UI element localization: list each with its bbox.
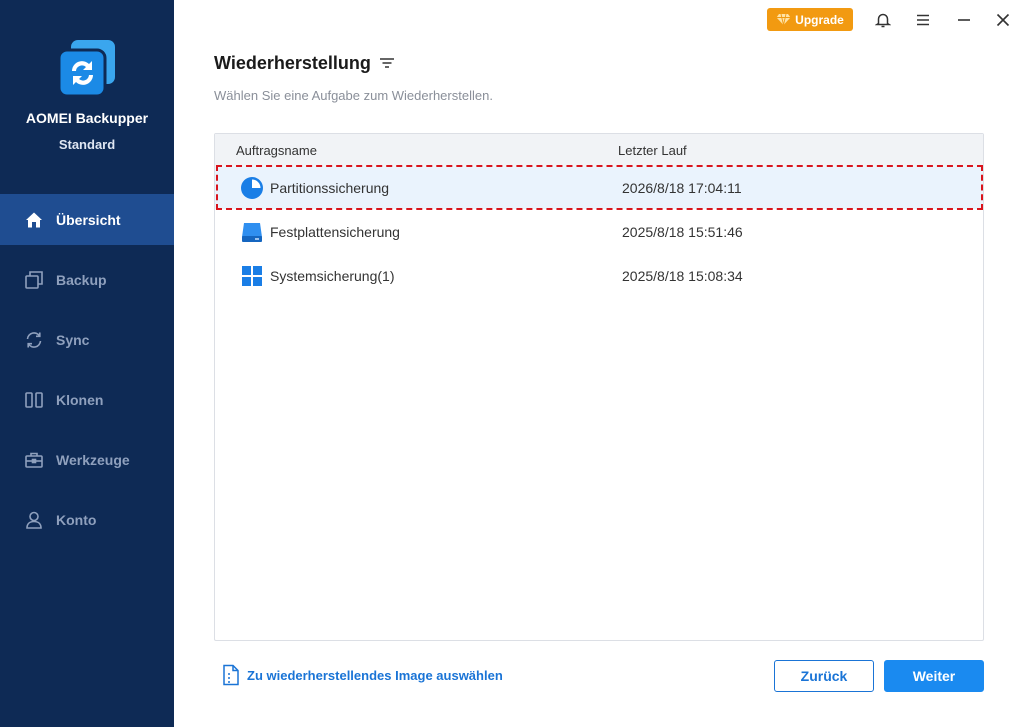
task-table: Auftragsname Letzter Lauf Partitionssich… xyxy=(214,133,984,641)
close-icon xyxy=(996,13,1010,27)
bell-icon xyxy=(875,13,891,28)
task-name: Partitionssicherung xyxy=(270,180,390,196)
user-icon xyxy=(26,511,42,529)
sidebar-nav: Übersicht Backup Sync Klonen Werkzeuge K… xyxy=(0,194,174,554)
sidebar-item-label: Backup xyxy=(56,271,107,288)
sidebar-item-tools[interactable]: Werkzeuge xyxy=(0,434,174,485)
home-icon xyxy=(26,212,42,227)
menu-icon xyxy=(917,14,929,26)
tools-icon xyxy=(25,452,43,468)
minimize-button[interactable] xyxy=(953,9,975,31)
sidebar-item-clone[interactable]: Klonen xyxy=(0,374,174,425)
sync-icon xyxy=(26,331,42,348)
partition-backup-icon xyxy=(241,177,263,199)
sidebar-item-sync[interactable]: Sync xyxy=(0,314,174,365)
table-header: Auftragsname Letzter Lauf xyxy=(215,134,983,167)
column-header-task-name: Auftragsname xyxy=(236,143,317,158)
sidebar-item-label: Klonen xyxy=(56,391,104,408)
close-button[interactable] xyxy=(992,9,1014,31)
page-title: Wiederherstellung xyxy=(214,53,371,73)
image-file-icon xyxy=(223,664,239,686)
app-name: AOMEI Backupper xyxy=(25,110,149,126)
sidebar-item-account[interactable]: Konto xyxy=(0,494,174,545)
upgrade-button[interactable]: Upgrade xyxy=(767,8,853,31)
next-button[interactable]: Weiter xyxy=(884,660,984,692)
diamond-icon xyxy=(776,13,791,26)
upgrade-label: Upgrade xyxy=(795,12,844,27)
task-name: Systemsicherung(1) xyxy=(270,268,395,284)
sidebar-item-backup[interactable]: Backup xyxy=(0,254,174,305)
sidebar-item-label: Werkzeuge xyxy=(56,451,130,468)
app-edition: Standard xyxy=(58,137,116,152)
back-button[interactable]: Zurück xyxy=(774,660,874,692)
page-subtitle: Wählen Sie eine Aufgabe zum Wiederherste… xyxy=(214,88,493,103)
minimize-icon xyxy=(958,19,970,21)
task-last-run: 2026/8/18 17:04:11 xyxy=(622,180,742,196)
sidebar-item-overview[interactable]: Übersicht xyxy=(0,194,174,245)
table-row-system-backup[interactable]: Systemsicherung(1) 2025/8/18 15:08:34 xyxy=(215,255,983,297)
select-image-link[interactable]: Zu wiederherstellendes Image auswählen xyxy=(221,664,503,686)
disk-backup-icon xyxy=(242,223,262,242)
sidebar-item-label: Konto xyxy=(56,511,97,528)
column-header-last-run: Letzter Lauf xyxy=(618,143,687,158)
clone-icon xyxy=(25,391,43,408)
system-backup-icon xyxy=(242,266,262,286)
menu-button[interactable] xyxy=(912,9,934,31)
task-last-run: 2025/8/18 15:51:46 xyxy=(622,224,743,240)
table-row-partition-backup[interactable]: Partitionssicherung 2026/8/18 17:04:11 xyxy=(215,167,983,209)
sidebar-item-label: Sync xyxy=(56,331,90,348)
filter-icon[interactable] xyxy=(378,55,396,71)
sidebar-item-label: Übersicht xyxy=(56,211,121,228)
backup-icon xyxy=(25,270,43,289)
app-logo-icon xyxy=(57,38,117,98)
notification-button[interactable] xyxy=(872,9,894,31)
task-name: Festplattensicherung xyxy=(270,224,400,240)
select-image-label: Zu wiederherstellendes Image auswählen xyxy=(247,667,503,683)
task-last-run: 2025/8/18 15:08:34 xyxy=(622,268,743,284)
table-row-disk-backup[interactable]: Festplattensicherung 2025/8/18 15:51:46 xyxy=(215,211,983,253)
sidebar: AOMEI Backupper Standard Übersicht Backu… xyxy=(0,0,174,727)
